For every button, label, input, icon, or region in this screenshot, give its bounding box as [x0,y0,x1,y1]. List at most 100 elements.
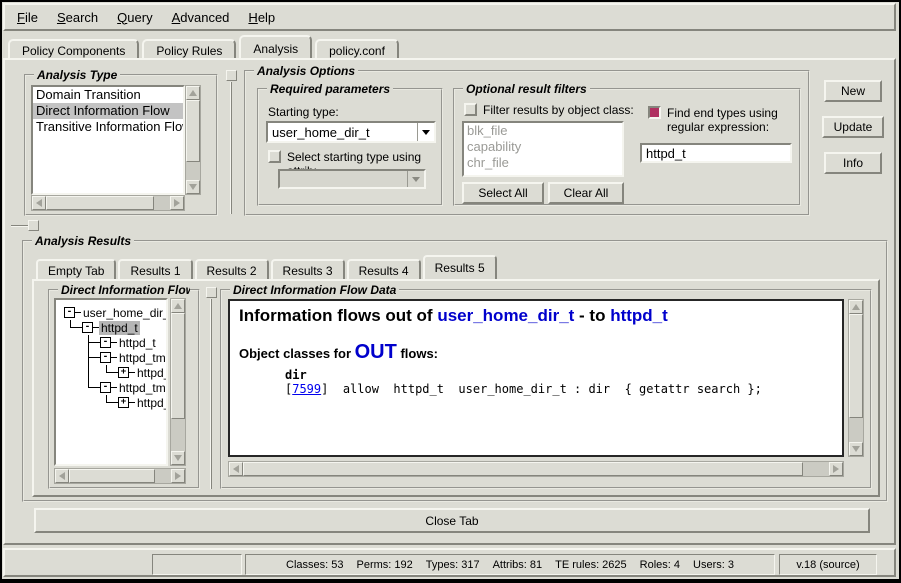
arrow-left-icon [36,199,42,207]
menu-help[interactable]: Help [248,10,275,25]
flow-data-text[interactable]: Information flows out of user_home_dir_t… [228,299,844,457]
tree-node-label[interactable]: user_home_dir_t [81,306,168,320]
list-item-transitive-information-flow[interactable]: Transitive Information Flow [33,119,183,135]
tree-hscrollbar[interactable] [54,468,186,484]
tab-results-5[interactable]: Results 5 [423,255,497,279]
tree-node-label[interactable]: httpd_t [135,396,168,410]
flow-tree[interactable]: user_home_dir_t httpd_t httpd_t httpd_tm… [54,298,168,466]
stat-attribs: Attribs: 81 [493,559,543,571]
regex-input[interactable]: httpd_t [640,143,792,163]
plus-box-icon[interactable] [118,367,129,378]
analysis-type-listbox[interactable]: Domain Transition Direct Information Flo… [31,85,185,195]
scroll-right-button[interactable] [170,196,184,210]
attrib-combobox[interactable] [278,169,426,189]
menu-search[interactable]: Search [57,10,98,25]
app-body: File Search Query Advanced Help Policy C… [2,2,899,579]
tree-node-label[interactable]: httpd_tmp_t [117,351,168,365]
regex-checkbox-row: Find end types using regular expression: [648,106,800,134]
scroll-right-button[interactable] [829,462,843,476]
select-all-button[interactable]: Select All [462,182,544,204]
data-hscrollbar[interactable] [228,461,844,477]
tab-policy-rules[interactable]: Policy Rules [142,39,236,60]
new-button[interactable]: New [824,80,882,102]
pane-sash-handle[interactable] [206,287,217,298]
minus-box-icon[interactable] [100,337,111,348]
scroll-up-button[interactable] [171,299,185,313]
tree-node[interactable]: httpd_t [64,320,166,335]
scroll-up-button[interactable] [849,300,863,314]
tab-empty-tab[interactable]: Empty Tab [36,259,116,279]
flow-subtitle-suffix: flows: [397,346,438,361]
regex-checkbox[interactable] [648,106,661,119]
starting-type-combobox[interactable]: user_home_dir_t [266,121,436,143]
scroll-left-button[interactable] [229,462,243,476]
close-tab-button[interactable]: Close Tab [34,508,870,533]
pane-sash-handle[interactable] [28,220,39,231]
pane-sash-handle[interactable] [226,70,237,81]
analysis-type-vscrollbar[interactable] [185,85,201,195]
tab-policy-conf[interactable]: policy.conf [315,39,399,60]
tab-results-4[interactable]: Results 4 [347,259,421,279]
tree-node-label[interactable]: httpd_t [135,366,168,380]
pane-sash[interactable] [230,82,232,214]
pane-sash[interactable] [210,299,212,489]
menu-advanced[interactable]: Advanced [172,10,230,25]
analysis-type-hscrollbar[interactable] [31,195,185,211]
scroll-left-button[interactable] [32,196,46,210]
scrollbar-thumb[interactable] [849,314,863,418]
tab-results-2[interactable]: Results 2 [195,259,269,279]
pane-sash[interactable] [11,225,29,227]
scroll-right-button[interactable] [171,469,185,483]
tree-node-label[interactable]: httpd_t [117,336,158,350]
tree-guide [64,395,82,410]
minus-box-icon[interactable] [64,307,75,318]
plus-box-icon[interactable] [118,397,129,408]
tree-node[interactable]: httpd_tmp_t [64,350,166,365]
menu-file[interactable]: File [17,10,38,25]
arrow-right-icon [833,465,839,473]
flow-subtitle: Object classes for OUT flows: [239,341,833,364]
object-class-item: chr_file [464,155,622,171]
data-vscrollbar[interactable] [848,299,864,457]
tab-analysis[interactable]: Analysis [239,35,312,60]
list-item-direct-information-flow[interactable]: Direct Information Flow [33,103,183,119]
scrollbar-thumb[interactable] [69,469,155,483]
object-class-listbox[interactable]: blk_file capability chr_file [462,121,624,177]
scroll-down-button[interactable] [849,442,863,456]
tree-node[interactable]: httpd_t [64,335,166,350]
arrow-left-icon [233,465,239,473]
tree-node[interactable]: user_home_dir_t [64,305,166,320]
minus-box-icon[interactable] [100,382,111,393]
clear-all-button[interactable]: Clear All [548,182,624,204]
tree-node[interactable]: httpd_t [64,395,166,410]
scrollbar-thumb[interactable] [243,462,803,476]
tree-vscrollbar[interactable] [170,298,186,466]
scroll-down-button[interactable] [171,451,185,465]
tab-results-3[interactable]: Results 3 [271,259,345,279]
combobox-dropdown-button[interactable] [417,123,434,141]
minus-box-icon[interactable] [82,322,93,333]
stat-types: Types: 317 [426,559,480,571]
scroll-left-button[interactable] [55,469,69,483]
attrib-checkbox[interactable] [268,150,281,163]
info-button[interactable]: Info [824,152,882,174]
tree-node[interactable]: httpd_t [64,365,166,380]
minus-box-icon[interactable] [100,352,111,363]
tab-policy-components[interactable]: Policy Components [8,39,139,60]
tree-node-label[interactable]: httpd_t [99,321,140,335]
scrollbar-thumb[interactable] [186,100,200,162]
tab-results-1[interactable]: Results 1 [118,259,192,279]
tree-guide [82,335,100,350]
scroll-up-button[interactable] [186,86,200,100]
tree-node-label[interactable]: httpd_tmpfs_t [117,381,168,395]
tree-node[interactable]: httpd_tmpfs_t [64,380,166,395]
combobox-dropdown-button[interactable] [407,171,424,187]
scrollbar-thumb[interactable] [46,196,154,210]
update-button[interactable]: Update [822,116,884,138]
menu-query[interactable]: Query [117,10,152,25]
list-item-domain-transition[interactable]: Domain Transition [33,87,183,103]
rule-number-link[interactable]: 7599 [292,382,321,396]
scroll-down-button[interactable] [186,180,200,194]
scrollbar-thumb[interactable] [171,313,185,419]
object-class-filter-checkbox[interactable] [464,103,477,116]
